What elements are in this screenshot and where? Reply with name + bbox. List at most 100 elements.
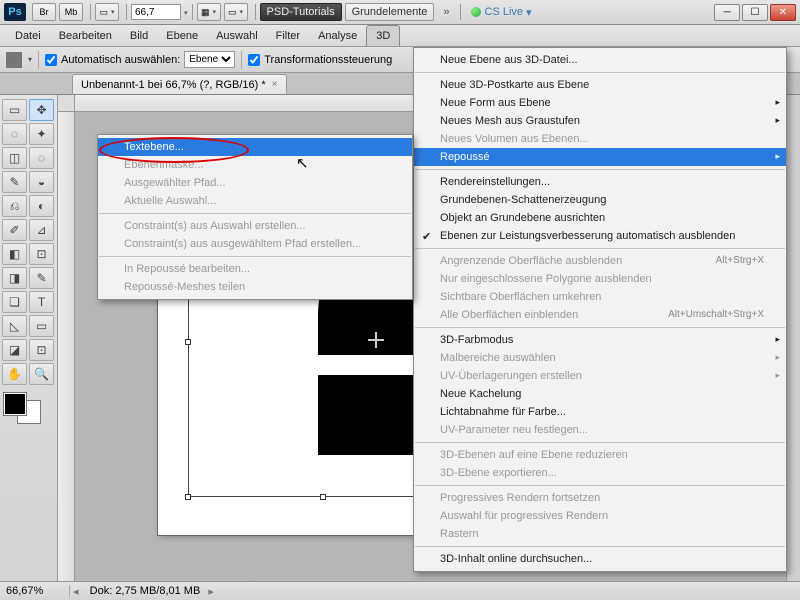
menu-bearbeiten[interactable]: Bearbeiten <box>50 25 121 46</box>
titlebar: Ps Br Mb ▭ 66,7 ▦ ▭ PSD-Tutorials Grunde… <box>0 0 800 25</box>
tool-7[interactable]: ◒ <box>29 171 54 193</box>
auto-select-checkbox[interactable] <box>45 54 57 66</box>
menu-item-constraint-s-aus-ausgew-hltem-pfad-erstellen: Constraint(s) aus ausgewähltem Pfad erst… <box>98 235 412 253</box>
chevron-left-icon[interactable]: ◂ <box>70 585 82 598</box>
color-swatches[interactable] <box>2 391 42 425</box>
tool-22[interactable]: ✋ <box>2 363 27 385</box>
menu-bild[interactable]: Bild <box>121 25 157 46</box>
auto-select-label: Automatisch auswählen: <box>61 54 180 66</box>
minimize-button[interactable]: ─ <box>714 4 740 21</box>
transform-controls-option[interactable]: Transformationssteuerung <box>248 54 392 66</box>
status-bar: 66,67% ◂ Dok: 2,75 MB/8,01 MB ▸ <box>0 581 800 600</box>
cursor-icon: ↖ <box>296 154 309 172</box>
menu-item-repouss[interactable]: Repoussé <box>414 148 786 166</box>
overflow-icon[interactable]: » <box>443 6 449 18</box>
menu-item-uv-parameter-neu-festlegen: UV-Parameter neu festlegen... <box>414 421 786 439</box>
tool-23[interactable]: 🔍 <box>29 363 54 385</box>
bridge-button[interactable]: Br <box>32 3 56 21</box>
tool-4[interactable]: ◫ <box>2 147 27 169</box>
menu-item-angrenzende-oberfl-che-ausblenden: Angrenzende Oberfläche ausblendenAlt+Str… <box>414 252 786 270</box>
menu-item-neue-ebene-aus-3d-datei[interactable]: Neue Ebene aus 3D-Datei... <box>414 51 786 69</box>
zoom-field[interactable]: 66,7 <box>131 4 181 20</box>
menu-item-3d-inhalt-online-durchsuchen[interactable]: 3D-Inhalt online durchsuchen... <box>414 550 786 568</box>
menu-repousse-submenu: Textebene...Ebenenmaske...Ausgewählter P… <box>97 134 413 300</box>
menu-item-auswahl-f-r-progressives-rendern: Auswahl für progressives Rendern <box>414 507 786 525</box>
grundelemente-button[interactable]: Grundelemente <box>345 3 435 21</box>
menu-filter[interactable]: Filter <box>267 25 309 46</box>
tool-3[interactable]: ✦ <box>29 123 54 145</box>
ruler-vertical <box>58 112 75 581</box>
auto-select-dropdown[interactable]: Ebene <box>184 51 235 68</box>
menu-item-constraint-s-aus-auswahl-erstellen: Constraint(s) aus Auswahl erstellen... <box>98 217 412 235</box>
auto-select-option[interactable]: Automatisch auswählen: Ebene <box>45 51 235 68</box>
menu-3d-dropdown: Neue Ebene aus 3D-Datei... Neue 3D-Postka… <box>413 47 787 572</box>
screen-mode-button[interactable]: ▭ <box>224 3 248 21</box>
menu-item-3d-ebene-exportieren: 3D-Ebene exportieren... <box>414 464 786 482</box>
menu-auswahl[interactable]: Auswahl <box>207 25 267 46</box>
tool-10[interactable]: ✐ <box>2 219 27 241</box>
document-tab-title: Unbenannt-1 bei 66,7% (?, RGB/16) * <box>81 79 266 91</box>
view-mode-button[interactable]: ▭ <box>95 3 119 21</box>
tool-1[interactable]: ✥ <box>29 99 54 121</box>
tool-8[interactable]: ⎌ <box>2 195 27 217</box>
zoom-dropdown-icon[interactable] <box>181 6 188 18</box>
menu-item-uv-berlagerungen-erstellen: UV-Überlagerungen erstellen <box>414 367 786 385</box>
tool-16[interactable]: ❏ <box>2 291 27 313</box>
menu-item-3d-farbmodus[interactable]: 3D-Farbmodus <box>414 331 786 349</box>
tool-9[interactable]: ◐ <box>29 195 54 217</box>
close-button[interactable]: ✕ <box>770 4 796 21</box>
menu-3d[interactable]: 3D <box>366 25 400 46</box>
minibridge-button[interactable]: Mb <box>59 3 83 21</box>
menu-item-objekt-an-grundebene-ausrichten[interactable]: Objekt an Grundebene ausrichten <box>414 209 786 227</box>
transform-checkbox[interactable] <box>248 54 260 66</box>
status-zoom[interactable]: 66,67% <box>0 585 70 597</box>
menu-item-lichtabnahme-f-r-farbe[interactable]: Lichtabnahme für Farbe... <box>414 403 786 421</box>
arrange-docs-button[interactable]: ▦ <box>197 3 221 21</box>
tool-6[interactable]: ✎ <box>2 171 27 193</box>
tool-5[interactable]: ◌ <box>29 147 54 169</box>
menu-item-malbereiche-ausw-hlen: Malbereiche auswählen <box>414 349 786 367</box>
menu-datei[interactable]: Datei <box>6 25 50 46</box>
menu-item-progressives-rendern-fortsetzen: Progressives Rendern fortsetzen <box>414 489 786 507</box>
tool-14[interactable]: ◨ <box>2 267 27 289</box>
chevron-down-icon[interactable]: ▾ <box>28 55 32 64</box>
tool-19[interactable]: ▭ <box>29 315 54 337</box>
move-tool-icon <box>6 52 22 68</box>
menu-analyse[interactable]: Analyse <box>309 25 366 46</box>
toolbox: ▭✥◌✦◫◌✎◒⎌◐✐⊿◧⊡◨✎❏T◺▭◪⊡✋🔍 <box>0 95 58 581</box>
menu-item-rastern: Rastern <box>414 525 786 543</box>
psd-tutorials-button[interactable]: PSD-Tutorials <box>260 3 342 21</box>
app-logo: Ps <box>4 3 26 21</box>
maximize-button[interactable]: ☐ <box>742 4 768 21</box>
document-tab[interactable]: Unbenannt-1 bei 66,7% (?, RGB/16) * × <box>72 74 287 94</box>
tool-20[interactable]: ◪ <box>2 339 27 361</box>
tool-13[interactable]: ⊡ <box>29 243 54 265</box>
close-icon[interactable]: × <box>272 79 278 90</box>
menu-item-textebene[interactable]: Textebene... <box>98 138 412 156</box>
menu-item-neues-mesh-aus-graustufen[interactable]: Neues Mesh aus Graustufen <box>414 112 786 130</box>
menu-item-neue-3d-postkarte-aus-ebene[interactable]: Neue 3D-Postkarte aus Ebene <box>414 76 786 94</box>
menu-item-rendereinstellungen[interactable]: Rendereinstellungen... <box>414 173 786 191</box>
menu-ebene[interactable]: Ebene <box>157 25 207 46</box>
tool-15[interactable]: ✎ <box>29 267 54 289</box>
tool-11[interactable]: ⊿ <box>29 219 54 241</box>
menu-item-ebenen-zur-leistungsverbesserung-automatisch-ausblenden[interactable]: Ebenen zur Leistungsverbesserung automat… <box>414 227 786 245</box>
menu-item-grundebenen-schattenerzeugung[interactable]: Grundebenen-Schattenerzeugung <box>414 191 786 209</box>
tool-21[interactable]: ⊡ <box>29 339 54 361</box>
tool-0[interactable]: ▭ <box>2 99 27 121</box>
menu-item-neue-kachelung[interactable]: Neue Kachelung <box>414 385 786 403</box>
menu-item-ausgew-hlter-pfad: Ausgewählter Pfad... <box>98 174 412 192</box>
menu-item-neue-form-aus-ebene[interactable]: Neue Form aus Ebene <box>414 94 786 112</box>
tool-12[interactable]: ◧ <box>2 243 27 265</box>
right-dock[interactable] <box>786 95 800 581</box>
tool-2[interactable]: ◌ <box>2 123 27 145</box>
chevron-right-icon[interactable]: ▸ <box>208 585 214 598</box>
menu-item-neues-volumen-aus-ebenen: Neues Volumen aus Ebenen... <box>414 130 786 148</box>
menu-item-aktuelle-auswahl: Aktuelle Auswahl... <box>98 192 412 210</box>
tool-18[interactable]: ◺ <box>2 315 27 337</box>
status-doc-size[interactable]: Dok: 2,75 MB/8,01 MB <box>82 585 209 597</box>
cs-live-button[interactable]: CS Live ▾ <box>471 6 532 19</box>
menu-item-sichtbare-oberfl-chen-umkehren: Sichtbare Oberflächen umkehren <box>414 288 786 306</box>
tool-17[interactable]: T <box>29 291 54 313</box>
fg-color-swatch[interactable] <box>4 393 26 415</box>
